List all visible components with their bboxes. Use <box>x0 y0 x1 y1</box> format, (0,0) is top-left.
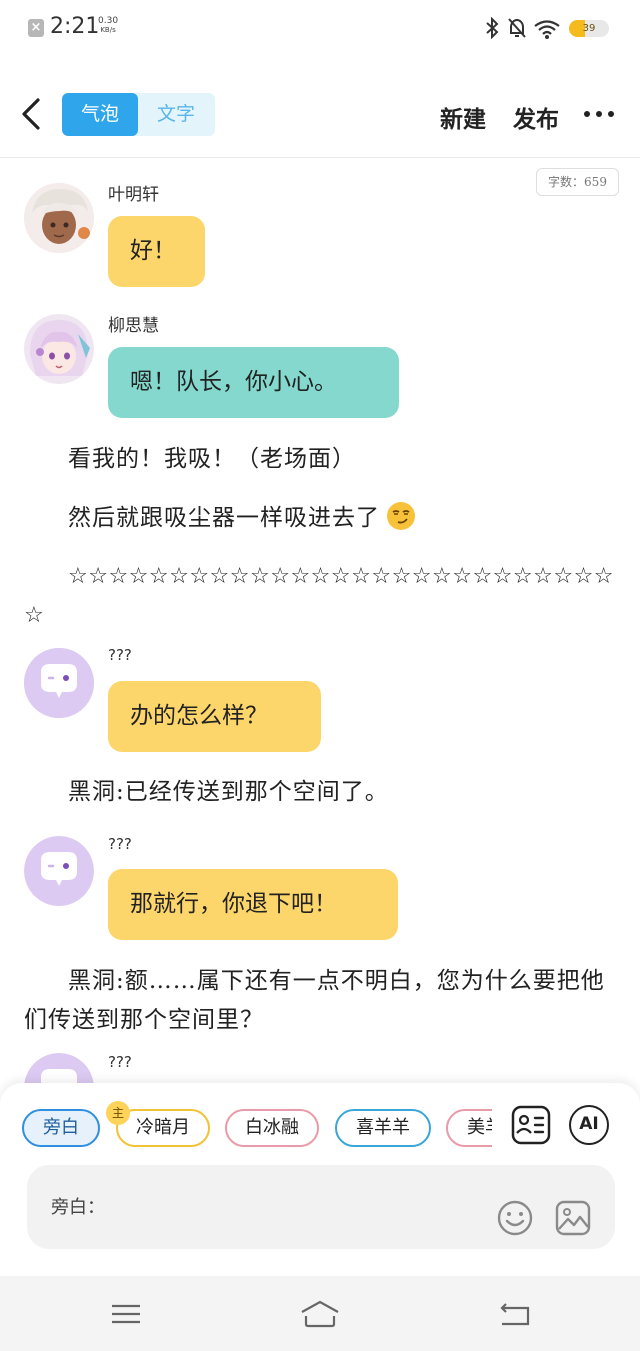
narration-text[interactable]: 看我的！我吸！（老场面） <box>24 440 616 479</box>
tab-bubble[interactable]: 气泡 <box>62 93 138 136</box>
wifi-icon <box>534 20 560 39</box>
role-chip-narrator[interactable]: 旁白 <box>22 1109 100 1147</box>
role-chip[interactable]: 美羊羊 <box>446 1109 492 1147</box>
network-speed-unit: KB/s <box>100 26 116 34</box>
speaker-name: ??? <box>108 646 132 664</box>
input-role-label: 旁白： <box>51 1197 105 1218</box>
new-button[interactable]: 新建 <box>440 100 486 134</box>
bell-muted-icon <box>508 18 526 38</box>
avatar-unknown[interactable] <box>24 648 94 718</box>
role-card-icon[interactable] <box>511 1105 551 1145</box>
home-icon[interactable] <box>298 1298 342 1330</box>
editor-header: 文字 气泡 新建 发布 <box>0 70 640 158</box>
speaker-name: 叶明轩 <box>108 185 159 205</box>
more-options-icon[interactable] <box>582 106 616 122</box>
narration-text[interactable]: ☆☆☆☆☆☆☆☆☆☆☆☆☆☆☆☆☆☆☆☆☆☆☆☆☆☆☆☆ <box>24 557 616 635</box>
notification-close-icon: × <box>28 19 44 37</box>
role-selector: 旁白 冷暗月 白冰融 喜羊羊 美羊羊 <box>0 1109 492 1149</box>
message-bubble[interactable]: 那就行，你退下吧！ <box>108 869 398 940</box>
text-input[interactable]: 旁白： <box>27 1165 615 1249</box>
chat-bubble-placeholder-avatar <box>24 836 94 906</box>
image-icon[interactable] <box>554 1199 592 1237</box>
role-chip[interactable]: 喜羊羊 <box>335 1109 431 1147</box>
narration-text[interactable]: 然后就跟吸尘器一样吸进去了 <box>24 499 616 538</box>
message-bubble[interactable]: 好！ <box>108 216 205 287</box>
speaker-name: ??? <box>108 1053 132 1071</box>
avatar-pink-haired-character[interactable] <box>24 314 94 384</box>
back-arrow-icon[interactable] <box>14 94 50 134</box>
status-time: 2:21 <box>50 14 100 39</box>
word-count-badge: 字数：659 <box>536 168 619 196</box>
network-speed-value: 0.30 <box>98 16 119 26</box>
ai-button[interactable]: AI <box>569 1105 609 1145</box>
system-nav-bar <box>0 1276 640 1351</box>
mode-toggle: 文字 气泡 <box>62 93 215 136</box>
avatar-white-haired-character[interactable] <box>24 183 94 253</box>
white-haired-character-avatar <box>24 183 94 253</box>
battery-percent: 39 <box>582 23 596 34</box>
role-chip[interactable]: 白冰融 <box>225 1109 319 1147</box>
battery-indicator: 39 <box>569 20 609 37</box>
network-speed: 0.30 KB/s <box>98 17 118 35</box>
bluetooth-icon <box>486 17 499 39</box>
narration-text-content: 然后就跟吸尘器一样吸进去了 <box>68 505 380 531</box>
message-bubble[interactable]: 嗯！队长，你小心。 <box>108 347 399 418</box>
status-bar: × 2:21 0.30 KB/s 39 <box>0 0 640 58</box>
input-panel: 旁白 冷暗月 白冰融 喜羊羊 美羊羊 主 AI 旁白： <box>0 1083 640 1276</box>
back-nav-icon[interactable] <box>494 1298 538 1330</box>
pink-haired-character-avatar <box>24 314 94 384</box>
chat-bubble-placeholder-avatar <box>24 648 94 718</box>
emoji-icon[interactable] <box>496 1199 534 1237</box>
tab-text[interactable]: 文字 <box>138 93 214 136</box>
publish-button[interactable]: 发布 <box>513 100 559 134</box>
avatar-unknown[interactable] <box>24 836 94 906</box>
narration-text[interactable]: 黑洞:额……属下还有一点不明白，您为什么要把他们传送到那个空间里？ <box>24 962 616 1040</box>
smirk-emoji-icon <box>387 502 415 530</box>
speaker-name: ??? <box>108 835 132 853</box>
role-chip[interactable]: 冷暗月 <box>116 1109 210 1147</box>
message-bubble[interactable]: 办的怎么样？ <box>108 681 321 752</box>
menu-icon[interactable] <box>104 1298 148 1330</box>
narration-text[interactable]: 黑洞:已经传送到那个空间了。 <box>24 773 616 812</box>
host-badge: 主 <box>106 1101 130 1125</box>
speaker-name: 柳思慧 <box>108 316 159 336</box>
